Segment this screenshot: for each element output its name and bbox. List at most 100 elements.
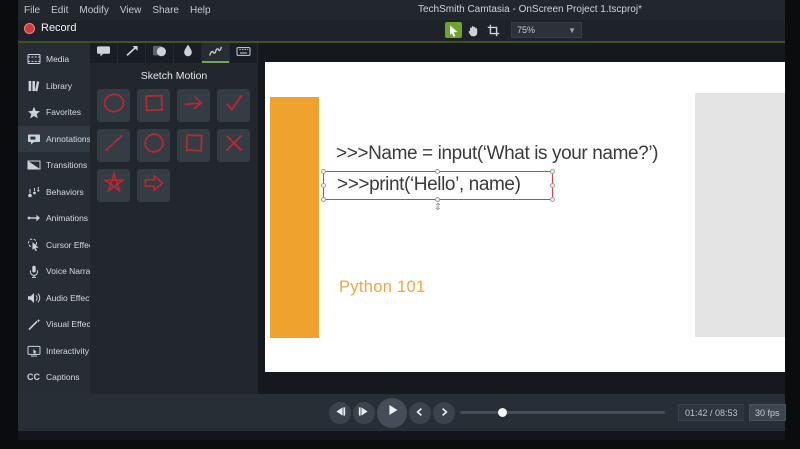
mic-icon xyxy=(26,264,41,278)
chev-right-icon xyxy=(439,404,449,422)
play-button[interactable] xyxy=(377,398,407,428)
pan-hand-tool[interactable] xyxy=(465,22,482,38)
selection-handle-top-left[interactable] xyxy=(321,169,326,174)
sidebar-item-annotations[interactable]: Annotations xyxy=(18,126,90,153)
sketch-square-tile[interactable] xyxy=(137,89,170,122)
sidebar-item-cursor-effects[interactable]: Cursor Effects xyxy=(18,232,90,259)
sidebar-item-interactivity[interactable]: Interactivity xyxy=(18,338,90,365)
selection-handle-bottom-left[interactable] xyxy=(321,197,326,202)
media-icon xyxy=(26,52,41,66)
selection-box[interactable]: >>>print(‘Hello’, name) ⇕ xyxy=(323,171,553,200)
sketch-arrow-tile[interactable] xyxy=(177,89,210,122)
sketch-cross-tile[interactable] xyxy=(217,129,250,162)
step-back-icon xyxy=(333,404,347,422)
sidebar-item-transitions[interactable]: Transitions xyxy=(18,152,90,179)
editing-canvas[interactable]: >>>Name = input(‘What is your name?’) >>… xyxy=(258,43,785,394)
zoom-level-select[interactable]: 75% ▼ xyxy=(511,22,582,38)
sidebar-item-favorites[interactable]: Favorites xyxy=(18,99,90,126)
select-cursor-tool[interactable] xyxy=(445,22,462,38)
step-forward-button[interactable] xyxy=(353,402,375,424)
slide-caption[interactable]: Python 101 xyxy=(339,278,425,297)
record-button[interactable]: Record xyxy=(24,22,76,34)
wand-icon xyxy=(26,317,41,331)
hand-icon xyxy=(467,24,480,37)
menu-view[interactable]: View xyxy=(120,5,142,16)
sketch-check-tile[interactable] xyxy=(217,89,250,122)
canvas-tools: 75% ▼ xyxy=(445,22,582,38)
slider-thumb[interactable] xyxy=(498,408,507,417)
menu-file[interactable]: File xyxy=(24,5,40,16)
sketch-block-arrow-tile[interactable] xyxy=(137,169,170,202)
sidebar-item-label: Favorites xyxy=(46,107,81,117)
sidebar: Media Library Favorites Annotations Tran… xyxy=(18,43,90,394)
sketch-line-icon xyxy=(101,130,127,161)
selection-handle-mid-right[interactable] xyxy=(550,183,555,188)
panel-title: Sketch Motion xyxy=(90,63,258,88)
tab-callouts[interactable] xyxy=(90,43,118,63)
sidebar-item-voice-narration[interactable]: Voice Narration xyxy=(18,258,90,285)
selection-handle-mid-left[interactable] xyxy=(321,183,326,188)
slide-code-line-1[interactable]: >>>Name = input(‘What is your name?’) xyxy=(336,143,658,165)
tab-shapes-icon xyxy=(152,44,167,62)
tab-shapes[interactable] xyxy=(146,43,174,63)
sidebar-item-label: Library xyxy=(46,81,72,91)
slide-code-line-2[interactable]: >>>print(‘Hello’, name) xyxy=(337,174,521,196)
previous-button[interactable] xyxy=(409,402,431,424)
star-icon xyxy=(26,105,41,119)
menu-edit[interactable]: Edit xyxy=(51,5,68,16)
captions-icon: CC xyxy=(26,370,41,384)
sidebar-item-label: Annotations xyxy=(46,134,91,144)
sidebar-item-media[interactable]: Media xyxy=(18,46,90,73)
selection-handle-top-right[interactable] xyxy=(550,169,555,174)
menu-modify[interactable]: Modify xyxy=(79,5,108,16)
seek-slider[interactable] xyxy=(460,411,665,414)
sidebar-item-library[interactable]: Library xyxy=(18,73,90,100)
slide-orange-bar[interactable] xyxy=(270,97,319,338)
sidebar-item-visual-effects[interactable]: Visual Effects xyxy=(18,311,90,338)
sketch-circle-tile[interactable] xyxy=(97,89,130,122)
sidebar-item-animations[interactable]: Animations xyxy=(18,205,90,232)
sketch-circle-2-icon xyxy=(141,130,167,161)
menu-share[interactable]: Share xyxy=(152,5,179,16)
playback-controls xyxy=(329,394,455,431)
sketch-check-icon xyxy=(221,90,247,121)
next-button[interactable] xyxy=(433,402,455,424)
tab-keystroke-callouts[interactable] xyxy=(230,43,258,63)
animations-icon xyxy=(26,211,41,225)
transitions-icon xyxy=(26,158,41,172)
selection-handle-bottom-right[interactable] xyxy=(550,197,555,202)
sketch-square-2-icon xyxy=(181,130,207,161)
annotations-icon xyxy=(26,132,41,146)
library-icon xyxy=(26,79,41,93)
menu-bar: File Edit Modify View Share Help TechSmith Ca… xyxy=(18,0,785,20)
sketch-circle-2-tile[interactable] xyxy=(137,129,170,162)
sidebar-item-behaviors[interactable]: Behaviors xyxy=(18,179,90,206)
step-back-button[interactable] xyxy=(329,402,351,424)
record-toolbar: Record 75% ▼ xyxy=(18,20,785,41)
crop-tool[interactable] xyxy=(485,22,502,38)
annotations-panel: Sketch Motion xyxy=(90,43,258,394)
timeline-strip[interactable] xyxy=(18,431,785,440)
fps-display: 30 fps xyxy=(749,404,786,421)
menu-help[interactable]: Help xyxy=(190,5,211,16)
tab-sketch-motion[interactable] xyxy=(202,43,230,63)
tab-arrows-and-lines[interactable] xyxy=(118,43,146,63)
zoom-level-value: 75% xyxy=(517,25,535,35)
selection-handle-top-mid[interactable] xyxy=(435,169,440,174)
interactivity-icon xyxy=(26,344,41,358)
speaker-icon xyxy=(26,291,41,305)
sketch-star-tile[interactable] xyxy=(97,169,130,202)
sidebar-item-audio-effects[interactable]: Audio Effects xyxy=(18,285,90,312)
crop-icon xyxy=(487,24,500,37)
sketch-line-tile[interactable] xyxy=(97,129,130,162)
menu-list: File Edit Modify View Share Help xyxy=(18,5,211,16)
slide-gray-panel[interactable] xyxy=(695,93,785,337)
window-title: TechSmith Camtasia - OnScreen Project 1.… xyxy=(418,0,642,20)
time-display: 01:42 / 08:53 xyxy=(678,404,744,421)
sidebar-item-captions[interactable]: CC Captions xyxy=(18,364,90,391)
rotation-handle-icon[interactable]: ⇕ xyxy=(433,202,443,213)
slide-preview[interactable]: >>>Name = input(‘What is your name?’) >>… xyxy=(265,62,785,372)
tab-blur-and-highlight[interactable] xyxy=(174,43,202,63)
sketch-square-2-tile[interactable] xyxy=(177,129,210,162)
chevron-down-icon: ▼ xyxy=(568,26,576,35)
